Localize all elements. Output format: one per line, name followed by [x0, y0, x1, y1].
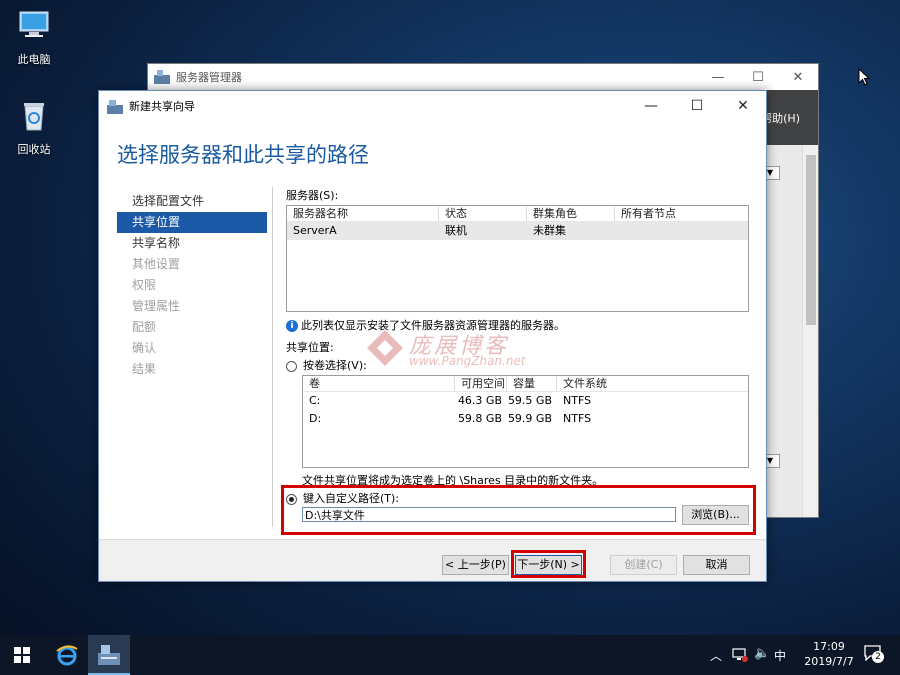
volume-capacity: 59.5 GB	[507, 394, 552, 407]
windows-logo-icon	[14, 647, 30, 663]
volume-free: 46.3 GB	[457, 394, 502, 407]
volume-name: C:	[309, 394, 321, 407]
column-header[interactable]: 可用空间	[455, 376, 507, 391]
clock-time: 17:09	[813, 640, 845, 653]
maximize-icon[interactable]: ☐	[738, 70, 778, 85]
nav-item-management-properties: 管理属性	[132, 299, 181, 313]
server-name: ServerA	[293, 224, 337, 237]
server-list-header: 服务器名称 状态 群集角色 所有者节点	[287, 206, 748, 222]
server-manager-icon	[154, 70, 170, 84]
nav-item-select-profile[interactable]: 选择配置文件	[117, 191, 267, 212]
watermark-url: www.PangZhan.net	[409, 354, 526, 368]
watermark: 庞展博客 www.PangZhan.net	[365, 328, 555, 372]
desktop-icon-label: 此电脑	[17, 53, 51, 66]
clock-date: 2019/7/7	[804, 655, 854, 668]
chevron-up-icon[interactable]: ︿	[710, 647, 722, 664]
desktop-icon-recycle-bin[interactable]: 回收站	[6, 98, 62, 157]
by-volume-radio[interactable]: 按卷选择(V):	[286, 357, 367, 373]
wizard-footer: < 上一步(P) 下一步(N) > 创建(C) 取消	[99, 540, 766, 581]
table-row[interactable]: ServerA 联机 未群集	[287, 222, 748, 240]
minimize-icon[interactable]: —	[698, 70, 738, 85]
volume-capacity: 59.9 GB	[507, 412, 552, 425]
taskbar-item-ie[interactable]	[46, 635, 88, 675]
nav-item-confirm: 确认	[132, 341, 157, 355]
wizard-title: 新建共享向导	[129, 100, 195, 113]
server-cluster-role: 未群集	[533, 224, 566, 237]
maximize-icon[interactable]: ☐	[674, 98, 720, 114]
nav-item-results: 结果	[132, 362, 157, 376]
taskbar: ︿ 🔈 中 17:09 2019/7/7 2	[0, 635, 900, 675]
nav-item-permissions: 权限	[132, 278, 157, 292]
computer-icon	[19, 11, 49, 37]
cancel-button[interactable]: 取消	[683, 555, 750, 575]
column-header[interactable]: 群集角色	[527, 206, 615, 221]
clock[interactable]: 17:09 2019/7/7	[796, 639, 862, 669]
server-status: 联机	[445, 224, 467, 237]
volume-name: D:	[309, 412, 322, 425]
taskbar-item-server-manager[interactable]	[88, 635, 130, 675]
server-manager-title: 服务器管理器	[176, 71, 242, 84]
notification-center[interactable]: 2	[864, 645, 884, 665]
ime-indicator[interactable]: 中	[774, 647, 786, 664]
notification-badge: 2	[872, 651, 884, 663]
radio-button[interactable]	[286, 360, 297, 372]
close-icon[interactable]: ✕	[720, 98, 766, 114]
volume-fs: NTFS	[563, 394, 592, 407]
wizard-nav: 选择配置文件 共享位置 共享名称 其他设置 权限 管理属性 配额 确认 结果	[117, 191, 267, 380]
nav-divider	[272, 187, 273, 527]
close-icon[interactable]: ✕	[778, 70, 818, 85]
create-button: 创建(C)	[610, 555, 677, 575]
servers-label: 服务器(S):	[286, 189, 339, 202]
share-wizard-icon	[107, 99, 123, 114]
highlight-box	[281, 485, 756, 535]
volume-icon[interactable]: 🔈	[754, 646, 770, 661]
table-row[interactable]: C: 46.3 GB 59.5 GB NTFS	[303, 392, 748, 410]
volume-list-header: 卷 可用空间 容量 文件系统	[303, 376, 748, 392]
table-row[interactable]: D: 59.8 GB 59.9 GB NTFS	[303, 410, 748, 428]
start-button[interactable]	[0, 635, 46, 675]
nav-item-share-location[interactable]: 共享位置	[117, 212, 267, 233]
info-icon: i	[286, 320, 298, 332]
wizard-titlebar: 新建共享向导 — ☐ ✕	[99, 91, 766, 121]
nav-item-quota: 配额	[132, 320, 157, 334]
nav-item-share-name[interactable]: 共享名称	[117, 233, 267, 254]
server-owner	[615, 222, 711, 240]
server-list[interactable]: 服务器名称 状态 群集角色 所有者节点 ServerA 联机 未群集	[286, 205, 749, 312]
highlight-box	[511, 550, 586, 578]
cursor-icon	[858, 68, 870, 86]
desktop-icon-label: 回收站	[17, 143, 51, 156]
column-header[interactable]: 容量	[507, 376, 557, 391]
volume-list[interactable]: 卷 可用空间 容量 文件系统 C: 46.3 GB 59.5 GB NTFS D…	[302, 375, 749, 468]
recycle-bin-icon	[24, 103, 44, 131]
internet-explorer-icon	[56, 645, 78, 666]
server-manager-icon	[98, 645, 120, 665]
volume-fs: NTFS	[563, 412, 592, 425]
system-tray: ︿ 🔈 中 17:09 2019/7/7 2	[706, 635, 900, 675]
scrollbar[interactable]	[802, 145, 818, 517]
watermark-logo-icon	[367, 330, 403, 366]
previous-button[interactable]: < 上一步(P)	[442, 555, 509, 575]
nav-item-other-settings: 其他设置	[132, 257, 181, 271]
server-manager-titlebar: 服务器管理器 — ☐ ✕	[148, 64, 818, 90]
column-header[interactable]: 服务器名称	[287, 206, 439, 221]
minimize-icon[interactable]: —	[628, 98, 674, 114]
page-title: 选择服务器和此共享的路径	[117, 143, 369, 167]
column-header[interactable]: 卷	[303, 376, 455, 391]
volume-free: 59.8 GB	[457, 412, 502, 425]
column-header[interactable]: 状态	[439, 206, 527, 221]
share-location-label: 共享位置:	[286, 341, 334, 354]
column-header[interactable]: 所有者节点	[615, 206, 711, 221]
column-header[interactable]: 文件系统	[557, 376, 607, 391]
desktop-icon-this-pc[interactable]: 此电脑	[6, 8, 62, 67]
network-icon[interactable]	[732, 648, 748, 662]
